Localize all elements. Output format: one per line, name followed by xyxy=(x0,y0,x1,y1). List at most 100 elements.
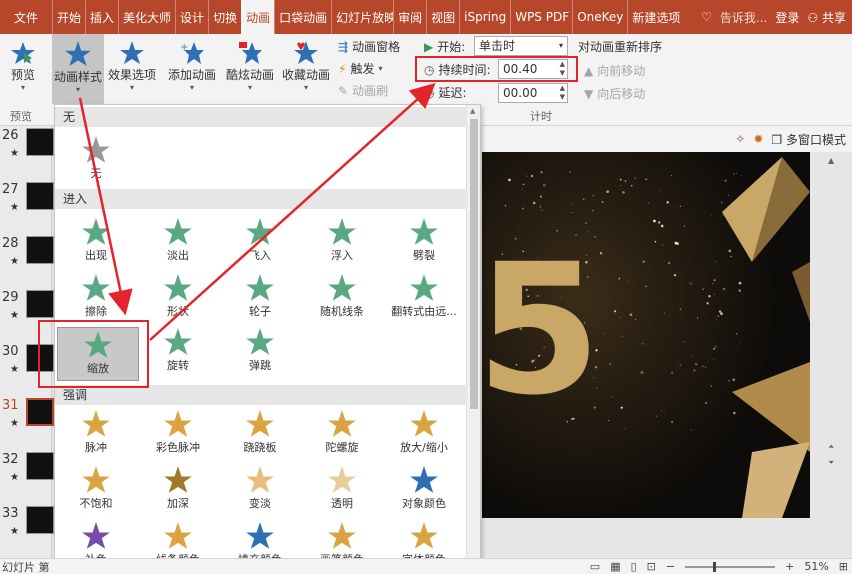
reading-view-icon[interactable]: ▯ xyxy=(631,560,637,573)
cool-animation-button[interactable]: 酷炫动画 ▾ xyxy=(224,40,276,92)
animation-effect-item[interactable]: 缩放 xyxy=(57,327,139,381)
slideshow-icon[interactable]: ⊡ xyxy=(647,560,656,573)
trigger-button[interactable]: ⚡ 触发 ▾ xyxy=(338,60,382,77)
start-dropdown[interactable]: 单击时 ▾ xyxy=(474,36,568,56)
spin-arrows-icon[interactable]: ▲ ▼ xyxy=(560,84,565,102)
cool-star-icon xyxy=(239,42,262,64)
add-animation-button[interactable]: + 添加动画 ▾ xyxy=(166,40,218,92)
page-down-icon[interactable]: ⏷ xyxy=(828,458,834,468)
tell-me-box[interactable]: 告诉我... xyxy=(720,9,767,26)
zoom-out-icon[interactable]: − xyxy=(666,560,675,573)
animation-effect-item[interactable]: 随机线条 xyxy=(301,273,383,319)
duration-field[interactable]: 00.40 ▲ ▼ xyxy=(498,59,568,79)
sparkle-dot xyxy=(733,411,736,415)
fit-window-icon[interactable]: ⊞ xyxy=(839,560,848,573)
tab-3[interactable]: 美化大师 xyxy=(118,0,175,34)
tab-12[interactable]: WPS PDF xyxy=(510,0,572,34)
animation-effect-item[interactable]: 出现 xyxy=(55,217,137,263)
animation-pane-button[interactable]: ⇶ 动画窗格 xyxy=(338,38,400,55)
animation-effect-item[interactable]: 弹跳 xyxy=(219,327,301,373)
sparkle-dot xyxy=(728,379,730,382)
tab-1[interactable]: 开始 xyxy=(52,0,85,34)
animation-effect-item[interactable]: 轮子 xyxy=(219,273,301,319)
effect-label: 对象颜色 xyxy=(402,497,446,510)
animation-effect-item[interactable]: 变淡 xyxy=(219,465,301,511)
effect-star-icon xyxy=(82,522,110,549)
tab-10[interactable]: 视图 xyxy=(426,0,459,34)
tab-6[interactable]: 动画 xyxy=(241,0,275,34)
tab-9[interactable]: 审阅 xyxy=(393,0,426,34)
gallery-scrollbar[interactable]: ▲ xyxy=(466,105,480,573)
animation-effect-item[interactable]: 脉冲 xyxy=(55,409,137,455)
animation-effect-item[interactable]: 彩色脉冲 xyxy=(137,409,219,455)
page-up-icon[interactable]: ⏶ xyxy=(828,442,834,452)
scroll-up-icon[interactable]: ▲ xyxy=(828,156,834,165)
tab-11[interactable]: iSpring xyxy=(459,0,510,34)
effect-options-button[interactable]: 效果选项 ▾ xyxy=(106,40,158,92)
sparkle-dot xyxy=(592,210,594,212)
tab-7[interactable]: 口袋动画 xyxy=(274,0,331,34)
animation-star-icon[interactable]: ✧ xyxy=(735,132,745,146)
animation-painter-button[interactable]: ✎ 动画刷 xyxy=(338,82,388,99)
gear-icon[interactable]: ✹ xyxy=(753,132,763,146)
animation-effect-item[interactable]: 陀螺旋 xyxy=(301,409,383,455)
move-later-button[interactable]: ▼ 向后移动 xyxy=(584,85,645,102)
animation-effect-item[interactable]: 放大/缩小 xyxy=(383,409,465,455)
zoom-in-icon[interactable]: + xyxy=(785,560,794,573)
favorite-animation-button[interactable]: 收藏动画 ▾ xyxy=(280,40,332,92)
sparkle-dot xyxy=(569,171,571,173)
sparkle-dot xyxy=(694,362,698,366)
normal-view-icon[interactable]: ▭ xyxy=(590,560,600,573)
slide-preview xyxy=(26,236,54,264)
effect-star-icon xyxy=(328,274,356,301)
tab-0[interactable]: 文件 xyxy=(0,0,52,34)
group-label-preview: 预览 xyxy=(10,110,32,123)
animation-effect-item[interactable]: 形状 xyxy=(137,273,219,319)
scroll-up-icon[interactable]: ▲ xyxy=(470,107,475,115)
animation-styles-button[interactable]: 动画样式 ▾ xyxy=(52,34,104,104)
effect-label: 出现 xyxy=(85,249,107,262)
tab-2[interactable]: 插入 xyxy=(85,0,118,34)
sparkle-dot xyxy=(704,366,707,369)
animation-effect-item[interactable]: 浮入 xyxy=(301,217,383,263)
tab-4[interactable]: 设计 xyxy=(175,0,208,34)
effect-label: 擦除 xyxy=(85,305,107,318)
spin-arrows-icon[interactable]: ▲ ▼ xyxy=(560,60,565,78)
tab-13[interactable]: OneKey xyxy=(572,0,627,34)
tab-8[interactable]: 幻灯片放映 xyxy=(331,0,393,34)
move-earlier-button[interactable]: ▲ 向前移动 xyxy=(584,62,645,79)
preview-button[interactable]: 预览 ▾ xyxy=(6,40,40,92)
login-button[interactable]: 登录 xyxy=(775,9,799,26)
powerpoint-window: 文件 开始 插入 美化大师 设计 切换 动画 口袋动画 幻灯片放映 审阅 视图 iSpring WPS … xyxy=(0,0,852,574)
scroll-thumb[interactable] xyxy=(470,119,478,409)
animation-effect-item[interactable]: 翻转式由远... xyxy=(383,273,465,319)
animation-effect-item[interactable]: 对象颜色 xyxy=(383,465,465,511)
delay-field[interactable]: 00.00 ▲ ▼ xyxy=(498,83,568,103)
tab-14[interactable]: 新建选项 xyxy=(627,0,684,34)
slide-thumbnails-pane: 26 ★ 27 ★ 28 ★ 29 ★ 30 ★ 31 ★ 32 ★ 33 ★ xyxy=(0,126,54,558)
sparkle-dot xyxy=(710,385,713,387)
slide-canvas[interactable]: 5 xyxy=(482,152,810,518)
sparkle-dot xyxy=(612,396,613,398)
sorter-view-icon[interactable]: ▦ xyxy=(610,560,620,573)
share-button[interactable]: ⚇ 共享 xyxy=(807,9,846,26)
animation-effect-item[interactable]: 擦除 xyxy=(55,273,137,319)
animation-effect-item[interactable]: 透明 xyxy=(301,465,383,511)
arrow-up-icon: ▲ xyxy=(584,63,594,78)
animation-effect-item[interactable]: 跷跷板 xyxy=(219,409,301,455)
animation-effect-item[interactable]: 加深 xyxy=(137,465,219,511)
animation-effect-item[interactable]: 旋转 xyxy=(137,327,219,373)
sparkle-dot xyxy=(634,177,636,179)
sparkle-dot xyxy=(619,178,622,181)
zoom-slider[interactable] xyxy=(685,561,776,572)
animation-effect-item[interactable]: 飞入 xyxy=(219,217,301,263)
animation-effect-item[interactable]: 不饱和 xyxy=(55,465,137,511)
slide-preview xyxy=(26,506,54,534)
animation-effect-item[interactable]: 淡出 xyxy=(137,217,219,263)
sparkle-dot xyxy=(717,315,720,317)
animation-effect-item[interactable]: 劈裂 xyxy=(383,217,465,263)
effect-star-icon xyxy=(164,466,192,493)
tab-5[interactable]: 切换 xyxy=(208,0,241,34)
multiwindow-button[interactable]: ❐ 多窗口模式 xyxy=(771,131,846,148)
animation-effect-item[interactable]: 无 xyxy=(55,135,137,181)
